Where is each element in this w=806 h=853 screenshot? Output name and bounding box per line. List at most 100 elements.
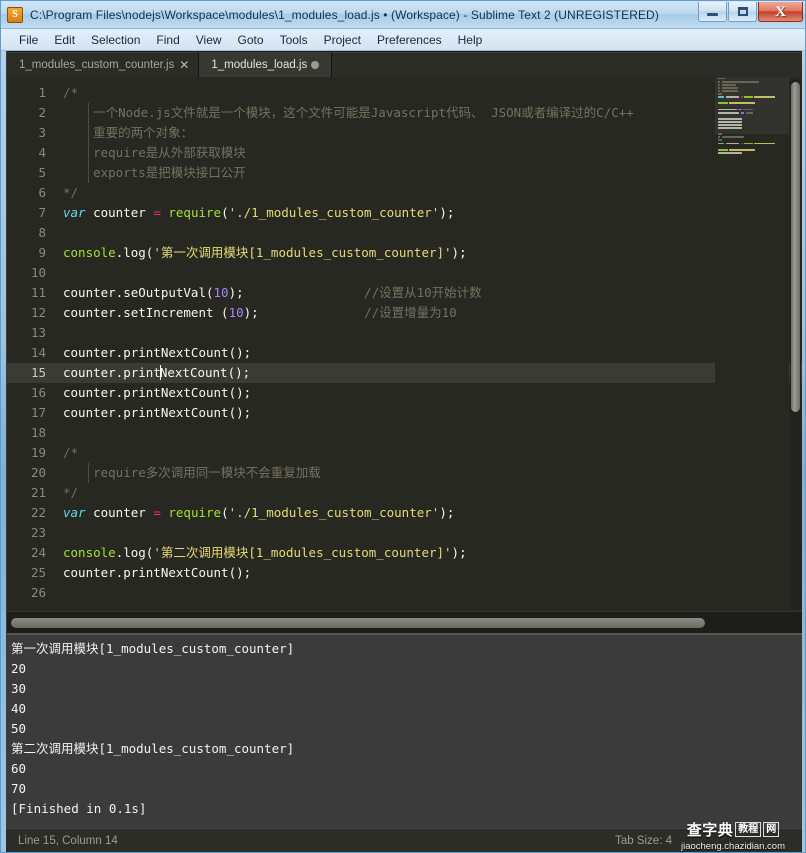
code-line-text: 一个Node.js文件就是一个模块，这个文件可能是Javascript代码、 J… [63, 105, 634, 120]
code-line-6[interactable]: */ [55, 183, 802, 203]
line-number-4: 4 [38, 145, 46, 160]
title-bar: S C:\Program Files\nodejs\Workspace\modu… [1, 1, 805, 29]
code-line-text: counter.printNextCount(); [63, 385, 252, 400]
maximize-button[interactable] [728, 2, 757, 22]
sublime-text-app-icon: S [7, 6, 23, 23]
application-window: S C:\Program Files\nodejs\Workspace\modu… [0, 0, 806, 853]
line-number-gutter: 1 2 3 4 5 6 7 8 9 10 11 12 13 14 15 16 17 18 19 20 21 22 23 24 2… [7, 77, 55, 611]
code-line-text: 重要的两个对象： [63, 125, 194, 140]
editor-horizontal-scrollbar-thumb[interactable] [11, 617, 705, 628]
code-line-22[interactable]: var counter = require('./1_modules_custo… [55, 503, 802, 523]
indent-guide [88, 163, 89, 183]
code-line-text: counter.print [63, 365, 161, 380]
line-number-21: 21 [30, 485, 46, 500]
menu-item-view[interactable]: View [188, 31, 230, 49]
code-line-12[interactable]: counter.setIncrement (10); //设置增量为10 [55, 303, 802, 323]
code-line-11[interactable]: counter.seOutputVal(10); //设置从10开始计数 [55, 283, 802, 303]
build-output-console[interactable]: 第一次调用模块[1_modules_custom_counter] 20 30 40 5… [7, 633, 802, 828]
line-number-24: 24 [30, 545, 46, 560]
sublime-text-workspace: 1_modules_custom_counter.js ✕ 1_modules_lo… [6, 51, 802, 828]
line-number-6: 6 [38, 185, 46, 200]
menu-item-goto[interactable]: Goto [230, 31, 272, 49]
unsaved-changes-dot-icon[interactable] [311, 61, 320, 69]
code-line-text: /* [63, 85, 79, 100]
editor-tab-label: 1_modules_load.js [211, 59, 308, 71]
line-number-19: 19 [30, 445, 46, 460]
minimize-icon [707, 13, 718, 16]
code-line-text: counter.setIncrement (10); //设置增量为10 [63, 305, 457, 320]
editor-tab-1[interactable]: 1_modules_load.js [199, 52, 333, 77]
code-line-2[interactable]: 一个Node.js文件就是一个模块，这个文件可能是Javascript代码、 J… [55, 103, 802, 123]
code-line-20[interactable]: require多次调用同一模块不会重复加载 [55, 463, 802, 483]
code-line-23[interactable] [55, 523, 802, 543]
menu-item-tools[interactable]: Tools [272, 31, 316, 49]
line-number-10: 10 [30, 265, 46, 280]
console-output-line-1: 20 [11, 661, 27, 676]
code-line-24[interactable]: console.log('第二次调用模块[1_modules_custom_co… [55, 543, 802, 563]
code-line-text: exports是把模块接口公开 [63, 165, 246, 180]
code-line-text: var counter = require('./1_modules_custo… [63, 505, 455, 520]
code-line-text: require多次调用同一模块不会重复加载 [63, 465, 321, 480]
menu-item-project[interactable]: Project [316, 31, 369, 49]
code-line-15[interactable]: counter.printNextCount(); [55, 363, 802, 383]
menu-item-edit[interactable]: Edit [46, 31, 83, 49]
code-line-16[interactable]: counter.printNextCount(); [55, 383, 802, 403]
line-number-7: 7 [38, 205, 46, 220]
code-line-26[interactable] [55, 583, 802, 603]
editor-tab-0[interactable]: 1_modules_custom_counter.js ✕ [7, 52, 200, 77]
console-output-line-5: 第二次调用模块[1_modules_custom_counter] [11, 741, 295, 756]
line-number-18: 18 [30, 425, 46, 440]
code-line-14[interactable]: counter.printNextCount(); [55, 343, 802, 363]
editor-vertical-scrollbar-thumb[interactable] [791, 82, 800, 412]
code-line-21[interactable]: */ [55, 483, 802, 503]
line-number-9: 9 [38, 245, 46, 260]
maximize-icon [737, 7, 748, 16]
minimize-button[interactable] [698, 2, 727, 22]
code-line-7[interactable]: var counter = require('./1_modules_custo… [55, 203, 802, 223]
menu-item-find[interactable]: Find [148, 31, 187, 49]
code-line-9[interactable]: console.log('第一次调用模块[1_modules_custom_co… [55, 243, 802, 263]
close-button[interactable]: X [758, 2, 803, 22]
indent-guide [88, 143, 89, 163]
code-line-4[interactable]: require是从外部获取模块 [55, 143, 802, 163]
code-line-8[interactable] [55, 223, 802, 243]
tab-strip-empty-space [332, 52, 802, 77]
line-number-3: 3 [38, 125, 46, 140]
console-output-line-3: 40 [11, 701, 27, 716]
code-line-text: counter.printNextCount(); [63, 565, 252, 580]
menu-item-help[interactable]: Help [450, 31, 491, 49]
line-number-11: 11 [30, 285, 46, 300]
code-line-text: */ [63, 185, 79, 200]
indent-guide [88, 123, 89, 143]
code-line-13[interactable] [55, 323, 802, 343]
code-line-19[interactable]: /* [55, 443, 802, 463]
indent-guide [88, 103, 89, 123]
line-number-8: 8 [38, 225, 46, 240]
code-line-text: console.log('第一次调用模块[1_modules_custom_co… [63, 245, 467, 260]
tab-close-icon[interactable]: ✕ [179, 59, 189, 71]
line-number-16: 16 [30, 385, 46, 400]
menu-item-file[interactable]: File [11, 31, 46, 49]
console-output-line-8: [Finished in 0.1s] [11, 801, 147, 816]
line-number-23: 23 [30, 525, 46, 540]
window-title: C:\Program Files\nodejs\Workspace\module… [30, 7, 659, 22]
code-line-3[interactable]: 重要的两个对象： [55, 123, 802, 143]
line-number-17: 17 [30, 405, 46, 420]
code-line-25[interactable]: counter.printNextCount(); [55, 563, 802, 583]
editor-horizontal-scrollbar[interactable] [7, 611, 802, 633]
code-content[interactable]: /* 一个Node.js文件就是一个模块，这个文件可能是Javascript代码… [55, 77, 802, 611]
line-number-26: 26 [30, 585, 46, 600]
code-line-1[interactable]: /* [55, 83, 802, 103]
console-output-line-2: 30 [11, 681, 27, 696]
tab-size-status: Tab Size: 4 [615, 834, 672, 847]
code-line-5[interactable]: exports是把模块接口公开 [55, 163, 802, 183]
menu-item-preferences[interactable]: Preferences [369, 31, 450, 49]
line-number-25: 25 [30, 565, 46, 580]
editor-vertical-scrollbar[interactable] [790, 79, 801, 609]
editor-area[interactable]: 1 2 3 4 5 6 7 8 9 10 11 12 13 14 15 16 17 18 19 20 21 22 23 24 2… [7, 77, 802, 611]
code-line-18[interactable] [55, 423, 802, 443]
code-line-10[interactable] [55, 263, 802, 283]
code-line-17[interactable]: counter.printNextCount(); [55, 403, 802, 423]
console-output-line-4: 50 [11, 721, 27, 736]
menu-item-selection[interactable]: Selection [83, 31, 148, 49]
